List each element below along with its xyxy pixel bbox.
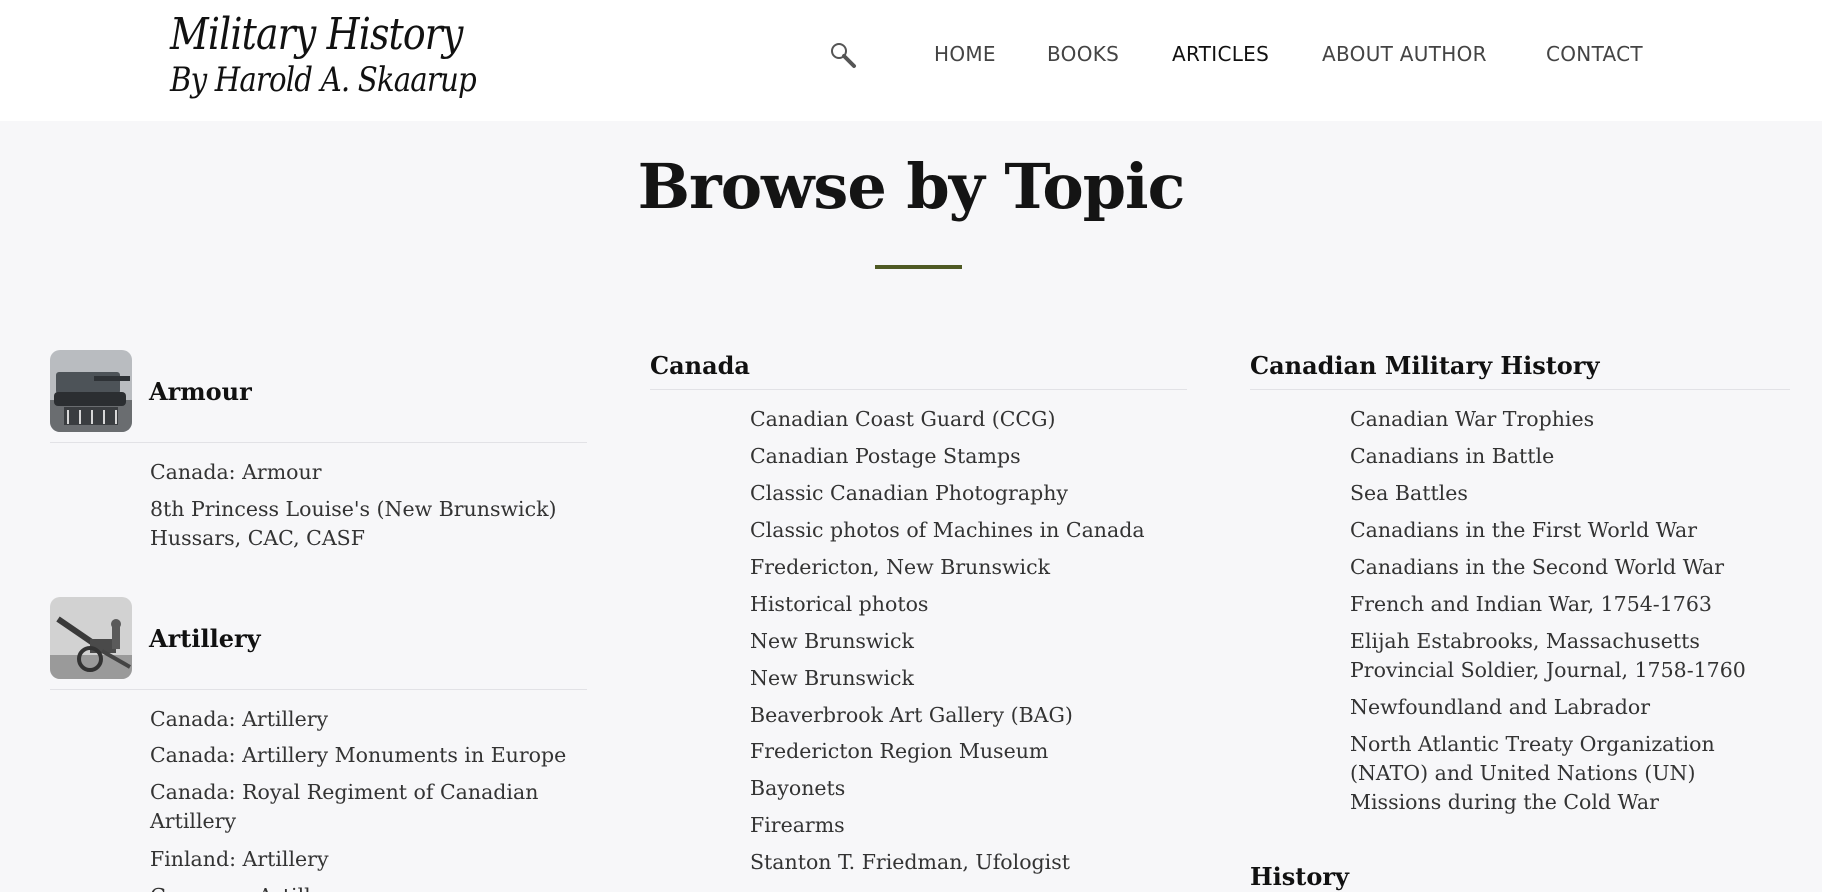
nav-home[interactable]: HOME: [934, 42, 996, 66]
link-new-brunswick[interactable]: New Brunswick: [750, 627, 914, 656]
nav-articles[interactable]: ARTICLES: [1172, 42, 1269, 66]
category-title-canadian-military-history[interactable]: Canadian Military History: [1250, 351, 1599, 380]
nav-about-author[interactable]: ABOUT AUTHOR: [1322, 42, 1487, 66]
link-first-world-war[interactable]: Canadians in the First World War: [1350, 516, 1697, 545]
link-war-trophies[interactable]: Canadian War Trophies: [1350, 405, 1594, 434]
link-nato-un[interactable]: North Atlantic Treaty Organization (NATO…: [1350, 730, 1790, 817]
site-logo[interactable]: Military History By Harold A. Skaarup: [170, 9, 526, 101]
divider: [50, 442, 587, 443]
link-postage-stamps[interactable]: Canadian Postage Stamps: [750, 442, 1021, 471]
link-canadians-in-battle[interactable]: Canadians in Battle: [1350, 442, 1554, 471]
category-title-canada[interactable]: Canada: [650, 351, 750, 380]
nav-books[interactable]: BOOKS: [1047, 42, 1119, 66]
link-8th-hussars[interactable]: 8th Princess Louise's (New Brunswick) Hu…: [150, 495, 570, 553]
link-coast-guard[interactable]: Canadian Coast Guard (CCG): [750, 405, 1055, 434]
link-french-indian-war[interactable]: French and Indian War, 1754-1763: [1350, 590, 1712, 619]
logo-subtitle: By Harold A. Skaarup: [170, 60, 477, 100]
link-beaverbrook[interactable]: Beaverbrook Art Gallery (BAG): [750, 701, 1073, 730]
divider: [1250, 389, 1790, 390]
link-canada-artillery[interactable]: Canada: Artillery: [150, 705, 328, 734]
nav-contact[interactable]: CONTACT: [1546, 42, 1643, 66]
link-sea-battles[interactable]: Sea Battles: [1350, 479, 1468, 508]
link-friedman[interactable]: Stanton T. Friedman, Ufologist: [750, 848, 1070, 877]
link-artillery-monuments[interactable]: Canada: Artillery Monuments in Europe: [150, 741, 566, 770]
artillery-thumbnail[interactable]: [50, 597, 132, 679]
category-title-artillery[interactable]: Artillery: [149, 624, 261, 653]
link-new-brunswick-2[interactable]: New Brunswick: [750, 664, 914, 693]
armour-thumbnail[interactable]: [50, 350, 132, 432]
divider: [650, 389, 1187, 390]
link-newfoundland[interactable]: Newfoundland and Labrador: [1350, 693, 1650, 722]
link-fredericton-museum[interactable]: Fredericton Region Museum: [750, 737, 1048, 766]
link-second-world-war[interactable]: Canadians in the Second World War: [1350, 553, 1724, 582]
link-bayonets[interactable]: Bayonets: [750, 774, 845, 803]
divider: [50, 689, 587, 690]
site-header: Military History By Harold A. Skaarup HO…: [0, 0, 1822, 121]
link-germany-artillery[interactable]: Germany: Artillery: [150, 882, 344, 892]
link-firearms[interactable]: Firearms: [750, 811, 845, 840]
link-canada-armour[interactable]: Canada: Armour: [150, 458, 322, 487]
link-classic-photography[interactable]: Classic Canadian Photography: [750, 479, 1068, 508]
link-historical-photos[interactable]: Historical photos: [750, 590, 928, 619]
search-icon[interactable]: [829, 41, 857, 69]
title-divider: [875, 265, 962, 269]
category-title-armour[interactable]: Armour: [149, 377, 252, 406]
link-rrca[interactable]: Canada: Royal Regiment of Canadian Artil…: [150, 778, 570, 836]
link-elijah-estabrooks[interactable]: Elijah Estabrooks, Massachusetts Provinc…: [1350, 627, 1790, 685]
category-title-history[interactable]: History: [1250, 862, 1349, 891]
logo-title: Military History: [170, 9, 463, 60]
link-classic-machines[interactable]: Classic photos of Machines in Canada: [750, 516, 1145, 545]
link-finland-artillery[interactable]: Finland: Artillery: [150, 845, 329, 874]
page-title: Browse by Topic: [637, 150, 1186, 223]
link-fredericton[interactable]: Fredericton, New Brunswick: [750, 553, 1050, 582]
